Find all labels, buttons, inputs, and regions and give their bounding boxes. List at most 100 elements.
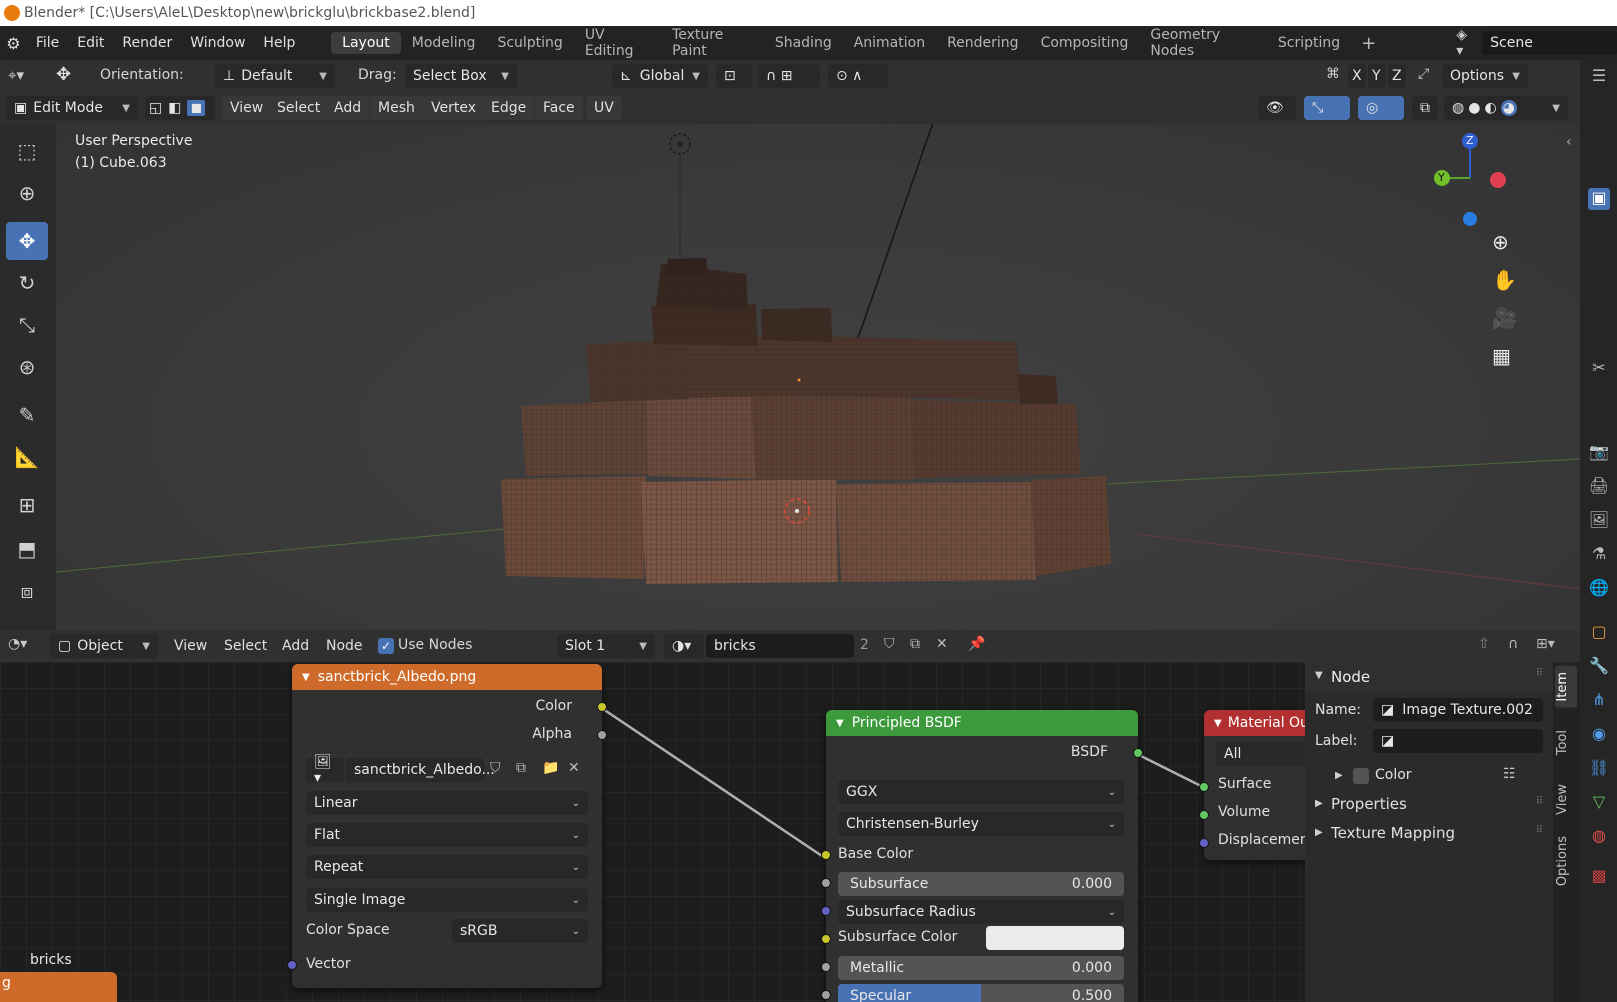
- material-output-node[interactable]: ▼ Material Ou All Surface Volume Displac…: [1199, 710, 1305, 860]
- drag-handle-icon[interactable]: ⠿: [1536, 825, 1543, 836]
- auto-merge-icon[interactable]: ⤢: [1418, 66, 1429, 82]
- tab-modeling[interactable]: Modeling: [401, 32, 487, 54]
- add-cube-tool-icon[interactable]: ⊞: [6, 486, 48, 524]
- mirror-z-toggle[interactable]: Z: [1388, 64, 1406, 88]
- physics-icon[interactable]: ◉: [1588, 724, 1610, 746]
- editor-type-icon[interactable]: ◔▾: [8, 636, 27, 652]
- measure-tool-icon[interactable]: 📐: [6, 438, 48, 476]
- tab-tool[interactable]: Tool: [1555, 724, 1577, 761]
- tab-options[interactable]: Options: [1555, 830, 1577, 892]
- open-folder-icon[interactable]: 📁: [542, 760, 559, 776]
- node-editor-canvas[interactable]: bricks g ▼ sanctbrick_Albedo.png Color A…: [0, 662, 1305, 1002]
- tab-layout[interactable]: Layout: [331, 32, 401, 54]
- material-browse-button[interactable]: ◑▾: [664, 634, 704, 658]
- input-subsurface-radius-socket[interactable]: [821, 906, 831, 916]
- bsdf-node-header[interactable]: ▼ Principled BSDF: [826, 710, 1138, 736]
- pin-icon[interactable]: 📌: [968, 636, 985, 652]
- projection-dropdown[interactable]: Flat ⌄: [306, 823, 588, 847]
- node-label-field[interactable]: ◪: [1373, 729, 1543, 753]
- transform-tool-icon[interactable]: ⊛: [6, 348, 48, 386]
- distribution-dropdown[interactable]: GGX ⌄: [838, 780, 1124, 804]
- output-node-header[interactable]: ▼ Material Ou: [1204, 710, 1305, 736]
- material-icon[interactable]: ◍: [1588, 826, 1610, 848]
- menu-mesh[interactable]: Mesh: [370, 96, 423, 120]
- subsurface-radius-dropdown[interactable]: Subsurface Radius ⌄: [838, 900, 1124, 924]
- cursor-tool-icon[interactable]: ⊕: [6, 174, 48, 212]
- chevron-down-icon[interactable]: ▼: [1552, 103, 1560, 114]
- world-icon[interactable]: 🌐: [1588, 578, 1610, 600]
- texture-icon[interactable]: ▩: [1588, 866, 1610, 888]
- material-name-field[interactable]: bricks: [706, 634, 854, 658]
- subsurface-field[interactable]: Subsurface 0.000: [838, 872, 1124, 896]
- scene-selector-icon[interactable]: ◈ ▾: [1456, 27, 1476, 59]
- scene-name-field[interactable]: Scene: [1482, 31, 1617, 55]
- mirror-x-toggle[interactable]: X: [1348, 64, 1366, 88]
- menu-select[interactable]: Select: [216, 634, 275, 658]
- options-dropdown[interactable]: Options ▼: [1442, 64, 1528, 88]
- editor-type-icon[interactable]: ⌖▾: [8, 66, 24, 84]
- tab-rendering[interactable]: Rendering: [936, 32, 1030, 54]
- particles-icon[interactable]: ⋔: [1588, 690, 1610, 712]
- tab-geometry-nodes[interactable]: Geometry Nodes: [1139, 24, 1267, 62]
- use-nodes-checkbox[interactable]: ✓: [378, 638, 394, 654]
- menu-select[interactable]: Select: [269, 96, 329, 120]
- node-section-header[interactable]: ▼ Node ⠿: [1305, 662, 1553, 692]
- duplicate-material-icon[interactable]: ⧉: [910, 636, 920, 652]
- principled-bsdf-node[interactable]: ▼ Principled BSDF BSDF GGX ⌄ Christensen-…: [821, 710, 1143, 1002]
- image-browse-button[interactable]: 🖼▾: [306, 754, 344, 786]
- output-color-socket[interactable]: [597, 702, 607, 712]
- frame-node-fragment[interactable]: g: [0, 972, 117, 1002]
- menu-edge[interactable]: Edge: [483, 96, 535, 120]
- fake-user-icon[interactable]: ⛉: [490, 760, 501, 776]
- metallic-field[interactable]: Metallic 0.000: [838, 956, 1124, 980]
- menu-view[interactable]: View: [222, 96, 272, 120]
- edge-select-icon[interactable]: ◧: [168, 100, 181, 116]
- xray-toggle[interactable]: ⧉: [1412, 96, 1438, 120]
- input-surface-socket[interactable]: [1199, 782, 1209, 792]
- collapse-arrow-icon[interactable]: ▼: [836, 718, 844, 729]
- color-space-dropdown[interactable]: sRGB ⌄: [452, 919, 588, 943]
- tab-compositing[interactable]: Compositing: [1030, 32, 1140, 54]
- transform-orientation-dropdown[interactable]: ⊾ Global ▼: [612, 64, 708, 88]
- menu-face[interactable]: Face: [535, 96, 583, 120]
- menu-edit[interactable]: Edit: [68, 35, 113, 51]
- specular-field[interactable]: Specular 0.500: [838, 984, 1124, 1002]
- tab-uv-editing[interactable]: UV Editing: [574, 24, 661, 62]
- interpolation-dropdown[interactable]: Linear ⌄: [306, 791, 588, 815]
- material-shading-icon[interactable]: ◐: [1484, 100, 1496, 116]
- annotate-tool-icon[interactable]: ✎: [6, 396, 48, 434]
- properties-section[interactable]: Properties: [1331, 795, 1407, 813]
- move-tool-icon[interactable]: ✥: [6, 222, 48, 260]
- view-layer-icon[interactable]: 🖼: [1588, 510, 1610, 532]
- visibility-dropdown[interactable]: 👁: [1258, 96, 1296, 120]
- blender-menu-icon[interactable]: ⚙: [0, 34, 27, 53]
- camera-icon[interactable]: 🎥: [1492, 306, 1517, 330]
- render-icon[interactable]: 📷: [1588, 442, 1610, 464]
- inset-tool-icon[interactable]: ⧈: [6, 572, 48, 610]
- tool-icon[interactable]: ✂: [1588, 358, 1610, 380]
- subsurface-method-dropdown[interactable]: Christensen-Burley ⌄: [838, 812, 1124, 836]
- overlay-toggle[interactable]: ◎: [1358, 96, 1404, 120]
- mode-dropdown[interactable]: ▣ Edit Mode ▼: [6, 96, 138, 120]
- image-node-header[interactable]: ▼ sanctbrick_Albedo.png: [292, 664, 602, 690]
- snap-element-icon[interactable]: ⊞▾: [1536, 636, 1555, 652]
- menu-add[interactable]: Add: [326, 96, 370, 120]
- solid-shading-icon[interactable]: ●: [1468, 100, 1480, 116]
- sidebar-toggle-icon[interactable]: ‹: [1566, 134, 1572, 150]
- input-volume-socket[interactable]: [1199, 810, 1209, 820]
- tab-view[interactable]: View: [1555, 778, 1577, 821]
- expand-arrow-icon[interactable]: ▶: [1315, 798, 1323, 809]
- fake-user-icon[interactable]: ⛉: [884, 636, 895, 652]
- expand-arrow-icon[interactable]: ▶: [1335, 770, 1343, 781]
- menu-uv[interactable]: UV: [586, 96, 622, 120]
- outliner-icon[interactable]: ☰: [1588, 66, 1610, 88]
- unlink-material-icon[interactable]: ✕: [936, 636, 948, 652]
- drag-handle-icon[interactable]: ⠿: [1536, 796, 1543, 807]
- face-select-icon[interactable]: ◼: [187, 100, 206, 116]
- rendered-shading-icon[interactable]: ◕: [1500, 100, 1517, 116]
- input-base-color-socket[interactable]: [821, 850, 831, 860]
- image-name-field[interactable]: sanctbrick_Albedo...: [346, 758, 495, 782]
- node-name-field[interactable]: ◪ Image Texture.002: [1373, 698, 1543, 722]
- mirror-y-toggle[interactable]: Y: [1368, 64, 1386, 88]
- output-target-dropdown[interactable]: All: [1216, 742, 1305, 766]
